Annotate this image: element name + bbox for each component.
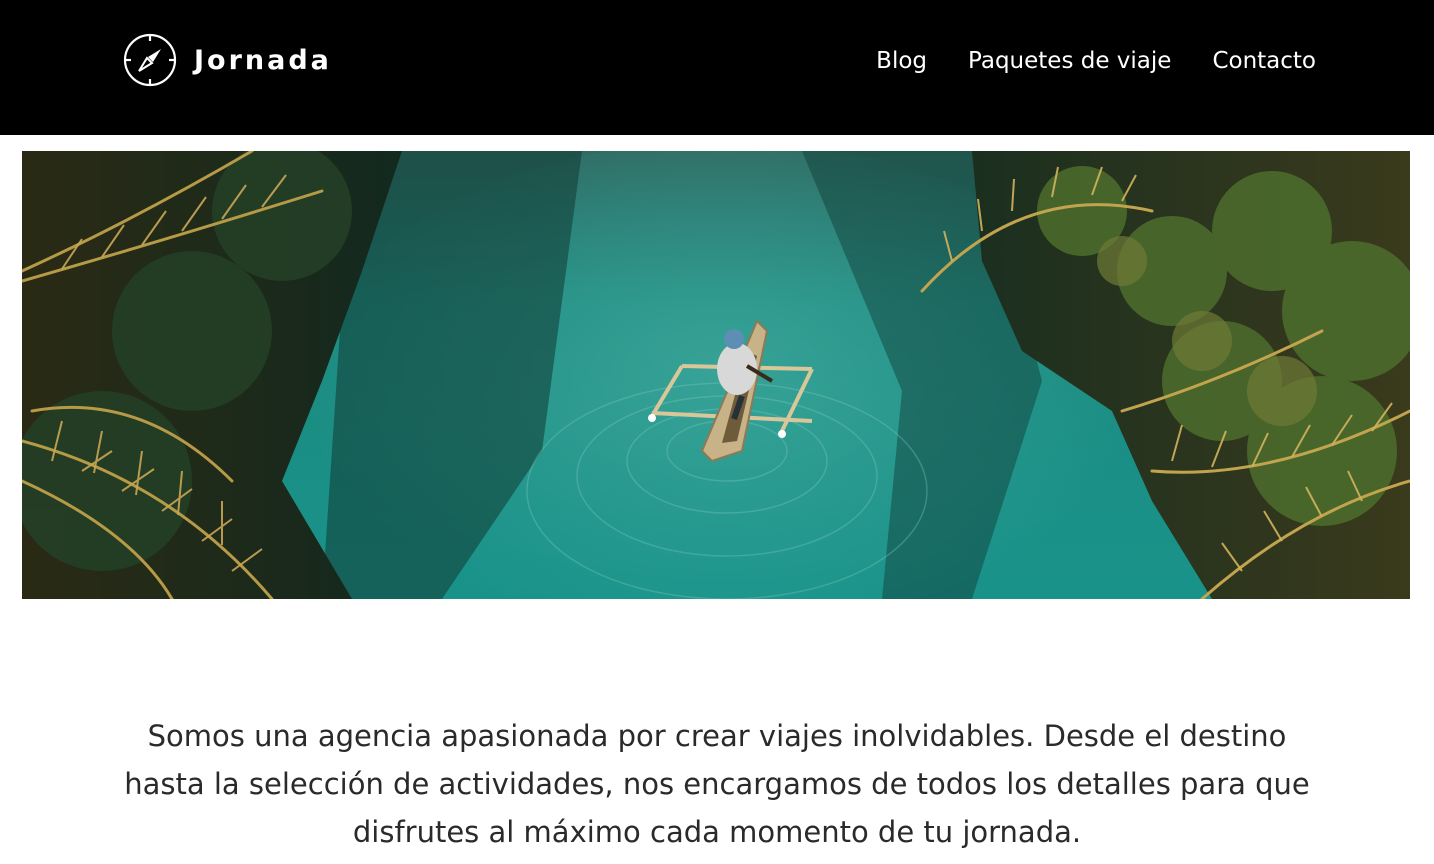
river-canoe-illustration [22, 151, 1410, 599]
main-nav: Blog Paquetes de viaje Contacto [876, 44, 1316, 78]
nav-link-travel-packages[interactable]: Paquetes de viaje [968, 44, 1171, 78]
nav-link-contact[interactable]: Contacto [1212, 44, 1316, 78]
hero-image [22, 151, 1410, 599]
nav-link-blog[interactable]: Blog [876, 44, 927, 78]
site-header: Jornada Blog Paquetes de viaje Contacto [0, 0, 1434, 135]
brand-name: Jornada [194, 44, 332, 76]
brand-logo-link[interactable]: Jornada [122, 32, 332, 88]
compass-icon [123, 33, 177, 87]
intro-paragraph: Somos una agencia apasionada por crear v… [124, 719, 1310, 849]
